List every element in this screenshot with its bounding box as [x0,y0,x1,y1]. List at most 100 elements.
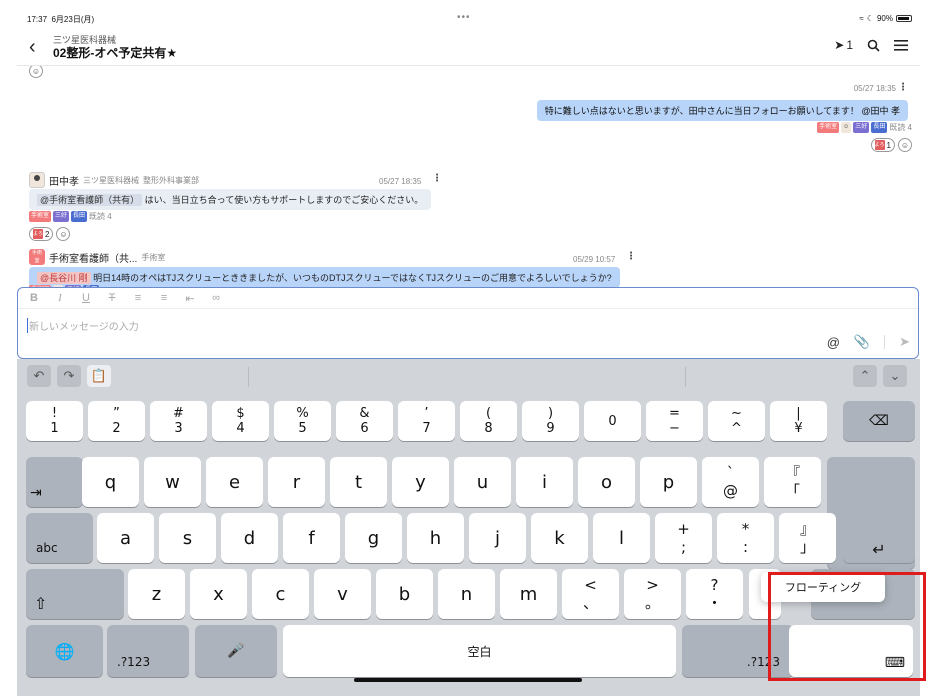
keyboard-dismiss-key[interactable]: ⌨ [789,625,913,677]
key-q[interactable]: q [82,457,139,507]
backspace-key[interactable]: ⌫ [843,401,915,441]
search-icon[interactable] [867,39,880,52]
key-n[interactable]: n [438,569,495,619]
key-extra[interactable]: *: [717,513,774,563]
paste-icon[interactable]: 📋 [87,365,111,387]
return-key[interactable]: ↵ [843,513,915,563]
strikethrough-icon[interactable]: T [105,292,119,305]
stamp-reaction[interactable]: よろしく 2 [29,227,54,247]
bullet-list-icon[interactable]: ≡ [131,292,145,305]
message-bubble[interactable]: @長谷川 剛 明日14時のオペはTJスクリューとききましたが、いつものDTJスク… [29,267,620,288]
key-x[interactable]: x [190,569,247,619]
redo-icon[interactable]: ↷ [57,365,81,387]
key-6[interactable]: & 6 [336,401,393,441]
key-1[interactable]: ! 1 [26,401,83,441]
key-h[interactable]: h [407,513,464,563]
message-bubble[interactable]: 特に難しい点はないと思いますが、田中さんに当日フォローお願いしてます！ @田中 … [536,100,908,121]
add-reaction-icon[interactable]: ☺ [29,66,43,78]
shift-key[interactable]: ⇧ [26,569,124,619]
key-f[interactable]: f [283,513,340,563]
key-3[interactable]: #3 [150,401,207,441]
chevron-up-icon[interactable]: ⌃ [853,365,877,387]
key-c[interactable]: c [252,569,309,619]
undo-icon[interactable]: ↶ [27,365,51,387]
pin-button[interactable]: ➤ 1 [834,38,853,52]
back-icon[interactable]: ‹ [29,36,36,59]
key-v[interactable]: v [314,569,371,619]
key-extra[interactable]: ` @ [702,457,759,507]
key-i[interactable]: i [516,457,573,507]
dictation-key[interactable]: 🎤 [195,625,277,677]
key-5[interactable]: % 5 [274,401,331,441]
key-extra[interactable]: >。 [624,569,681,619]
read-receipts[interactable]: 手術室 ☺ 三好 長田 既読 4 [817,122,912,133]
key-9[interactable]: ) 9 [522,401,579,441]
italic-icon[interactable]: I [53,292,67,305]
key-extra[interactable]: 』」 [779,513,836,563]
key-0[interactable]: 0 [584,401,641,441]
key-z[interactable]: z [128,569,185,619]
message-menu-icon[interactable]: ⋮ [898,82,908,93]
key-u[interactable]: u [454,457,511,507]
numbered-list-icon[interactable]: ≡ [157,292,171,305]
space-key[interactable]: 空白 [283,625,676,677]
mention-icon[interactable]: @ [827,335,840,350]
key-2[interactable]: ” 2 [88,401,145,441]
attach-icon[interactable]: 📎 [854,334,870,350]
message-menu-icon[interactable]: ⋮ [432,173,442,184]
tab-key[interactable]: ⇥ [26,457,83,507]
link-icon[interactable]: ∞ [209,292,223,305]
key-g[interactable]: g [345,513,402,563]
key-extra[interactable]: ? ・ [686,569,743,619]
read-receipts[interactable]: 手術室 三好 長田 既読 4 [29,211,112,222]
key-¥[interactable]: | ¥ [770,401,827,441]
add-reaction-icon[interactable]: ☺ [56,227,71,241]
stamp-reaction[interactable]: よろしく 1 [870,138,895,158]
send-icon[interactable]: ➤ [899,334,910,350]
avatar[interactable] [29,172,45,188]
globe-key[interactable]: 🌐 [26,625,103,677]
key-^[interactable]: ~ ^ [708,401,765,441]
indent-icon[interactable]: ⇤ [183,292,197,305]
key-l[interactable]: l [593,513,650,563]
message-bubble[interactable]: @手術室看護師（共有） はい、当日立ち合って使い方もサポートしますのでご安心くだ… [29,189,432,210]
key-4[interactable]: $4 [212,401,269,441]
chevron-down-icon[interactable]: ⌄ [883,365,907,387]
numbers-key-left[interactable]: .?123 [107,625,189,677]
abc-key[interactable]: abc [26,513,93,563]
key-e[interactable]: e [206,457,263,507]
message-menu-icon[interactable]: ⋮ [626,251,636,262]
key-d[interactable]: d [221,513,278,563]
message-list[interactable]: ☺ 05/27 18:35 ⋮ 特に難しい点はないと思いますが、田中さんに当日フ… [17,66,920,288]
bold-icon[interactable]: B [27,292,41,305]
add-reaction-icon[interactable]: ☺ [898,138,912,152]
key-r[interactable]: r [268,457,325,507]
reactions: よろしく 2 ☺ [29,227,71,247]
key-a[interactable]: a [97,513,154,563]
key-t[interactable]: t [330,457,387,507]
mention-tag[interactable]: @手術室看護師（共有） [37,194,143,206]
key-k[interactable]: k [531,513,588,563]
key-y[interactable]: y [392,457,449,507]
key-o[interactable]: o [578,457,635,507]
key-8[interactable]: (8 [460,401,517,441]
message-input[interactable]: 新しいメッセージの入力 [27,318,139,333]
key-p[interactable]: p [640,457,697,507]
key-−[interactable]: = − [646,401,703,441]
key-s[interactable]: s [159,513,216,563]
key-7[interactable]: ’ 7 [398,401,455,441]
key-extra[interactable]: 『「 [764,457,821,507]
key-w[interactable]: w [144,457,201,507]
underline-icon[interactable]: U [79,292,93,305]
key-extra[interactable]: +; [655,513,712,563]
key-b[interactable]: b [376,569,433,619]
numbers-key-right[interactable]: .?123 [682,625,794,677]
mention-tag[interactable]: @長谷川 剛 [37,272,91,284]
multitasking-dots[interactable]: ••• [457,12,471,23]
floating-option[interactable]: フローティング [761,572,885,602]
key-extra[interactable]: <、 [562,569,619,619]
avatar[interactable]: 手術室 [29,249,45,265]
menu-icon[interactable] [894,39,908,51]
key-m[interactable]: m [500,569,557,619]
key-j[interactable]: j [469,513,526,563]
